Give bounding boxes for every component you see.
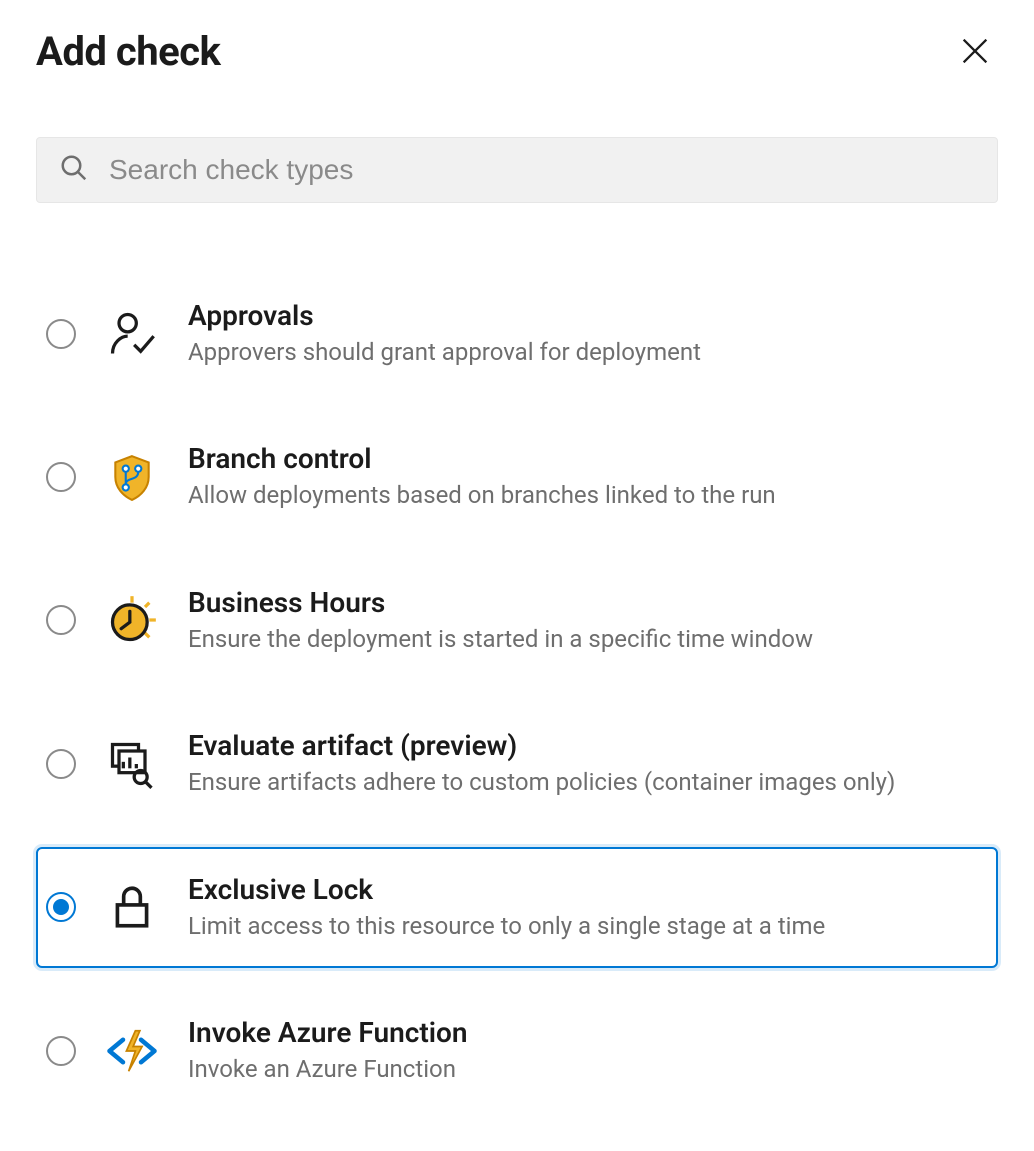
check-item-description: Allow deployments based on branches link…: [188, 479, 776, 511]
radio-button[interactable]: [46, 462, 76, 492]
check-item-description: Ensure artifacts adhere to custom polici…: [188, 766, 895, 798]
business-hours-icon: [104, 592, 160, 648]
check-item-title: Exclusive Lock: [188, 873, 825, 906]
search-wrapper[interactable]: [36, 137, 998, 203]
check-item-title: Invoke Azure Function: [188, 1016, 468, 1049]
search-icon: [59, 153, 89, 187]
check-item-exclusive-lock[interactable]: Exclusive Lock Limit access to this reso…: [36, 847, 998, 968]
azure-function-icon: [104, 1023, 160, 1079]
check-item-text: Invoke Azure Function Invoke an Azure Fu…: [188, 1016, 468, 1085]
check-item-text: Approvals Approvers should grant approva…: [188, 299, 701, 368]
page-title: Add check: [36, 28, 220, 75]
check-item-business-hours[interactable]: Business Hours Ensure the deployment is …: [36, 560, 998, 681]
search-input[interactable]: [107, 153, 975, 187]
check-item-invoke-azure-function[interactable]: Invoke Azure Function Invoke an Azure Fu…: [36, 990, 998, 1111]
check-item-evaluate-artifact[interactable]: Evaluate artifact (preview) Ensure artif…: [36, 703, 998, 824]
check-item-text: Exclusive Lock Limit access to this reso…: [188, 873, 825, 942]
branch-control-icon: [104, 449, 160, 505]
exclusive-lock-icon: [104, 879, 160, 935]
check-item-title: Evaluate artifact (preview): [188, 729, 895, 762]
close-button[interactable]: [952, 28, 998, 74]
check-item-approvals[interactable]: Approvals Approvers should grant approva…: [36, 273, 998, 394]
check-item-description: Limit access to this resource to only a …: [188, 910, 825, 942]
evaluate-artifact-icon: [104, 736, 160, 792]
check-item-text: Branch control Allow deployments based o…: [188, 442, 776, 511]
radio-button[interactable]: [46, 319, 76, 349]
radio-button[interactable]: [46, 605, 76, 635]
check-item-branch-control[interactable]: Branch control Allow deployments based o…: [36, 416, 998, 537]
radio-button[interactable]: [46, 749, 76, 779]
check-type-list: Approvals Approvers should grant approva…: [36, 273, 998, 1111]
check-item-title: Approvals: [188, 299, 701, 332]
check-item-title: Branch control: [188, 442, 776, 475]
check-item-title: Business Hours: [188, 586, 813, 619]
radio-button[interactable]: [46, 1036, 76, 1066]
check-item-text: Business Hours Ensure the deployment is …: [188, 586, 813, 655]
radio-button[interactable]: [46, 892, 76, 922]
check-item-text: Evaluate artifact (preview) Ensure artif…: [188, 729, 895, 798]
check-item-description: Approvers should grant approval for depl…: [188, 336, 701, 368]
header-row: Add check: [36, 28, 998, 75]
add-check-panel: Add check: [0, 0, 1034, 1151]
check-item-description: Ensure the deployment is started in a sp…: [188, 623, 813, 655]
approvals-icon: [104, 306, 160, 362]
close-icon: [958, 56, 992, 71]
check-item-description: Invoke an Azure Function: [188, 1053, 468, 1085]
